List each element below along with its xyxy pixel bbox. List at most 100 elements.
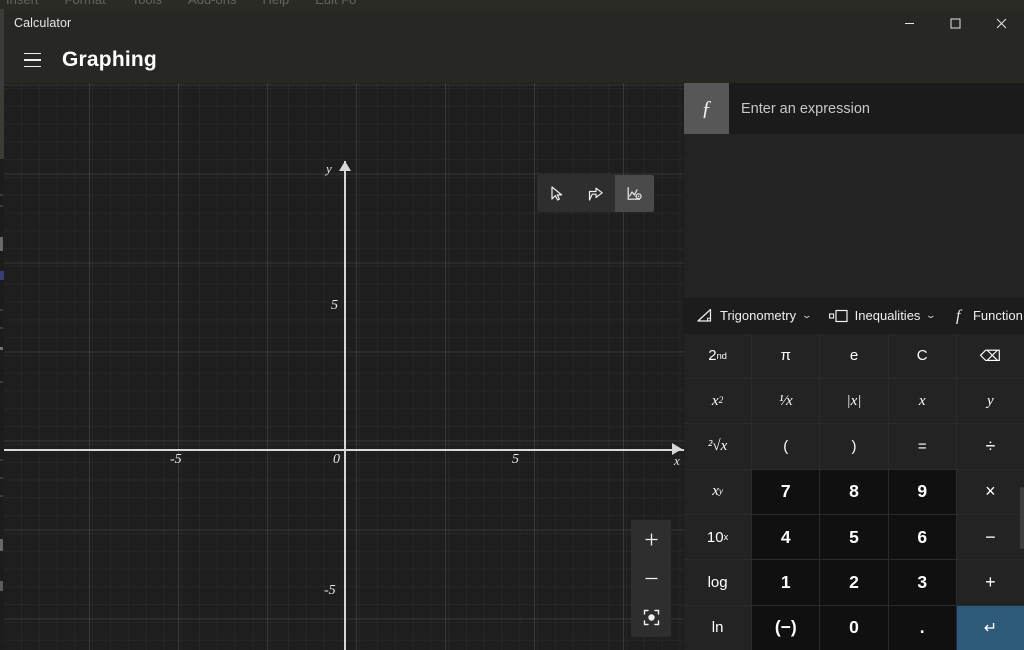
x-axis-label: x (674, 453, 680, 468)
chevron-down-icon: ⌄ (925, 310, 937, 320)
key-label: ) (851, 437, 857, 455)
key-label: x (712, 483, 719, 500)
hamburger-menu-icon[interactable] (12, 41, 52, 79)
category-label: Function (972, 308, 1023, 323)
key-label: e (849, 347, 859, 365)
panel-scrollbar[interactable] (1020, 487, 1024, 549)
pi-key[interactable]: π (752, 333, 820, 378)
equation-list-area[interactable] (684, 134, 1024, 298)
share-tool-button[interactable] (576, 175, 615, 212)
background-text-sliver (0, 477, 3, 479)
zero-key[interactable]: 0 (820, 605, 888, 650)
two-key[interactable]: 2 (820, 560, 888, 605)
category-label: Trigonometry (720, 308, 797, 323)
square-key[interactable]: x2 (684, 378, 752, 424)
subtract-key[interactable]: − (956, 514, 1024, 560)
category-inequalities[interactable]: Inequalities ⌄ (827, 304, 937, 327)
enter-key[interactable]: ↵ (956, 605, 1024, 650)
background-text-sliver (0, 309, 3, 311)
key-label: 7 (780, 481, 791, 502)
backspace-key[interactable]: ⌫ (956, 333, 1024, 378)
key-label: ²√x (707, 437, 728, 454)
variable-x-key[interactable]: x (888, 378, 956, 424)
zoom-controls (631, 520, 671, 637)
key-superscript: y (718, 486, 723, 497)
clear-key[interactable]: C (888, 333, 956, 378)
background-text-sliver (0, 205, 3, 207)
key-superscript: nd (716, 350, 727, 361)
graph-settings-tool-button[interactable] (615, 175, 654, 212)
category-functions[interactable]: f Function (951, 303, 1024, 328)
abs-key[interactable]: |x| (820, 378, 888, 424)
reset-view-button[interactable] (631, 598, 671, 637)
inequality-icon (828, 309, 848, 323)
svg-text:f: f (956, 308, 963, 325)
seven-key[interactable]: 7 (752, 469, 820, 514)
zoom-in-button[interactable] (631, 520, 671, 559)
reciprocal-key[interactable]: ¹⁄x (752, 378, 820, 424)
main-body: x y -5 0 5 5 -5 ƒ Enter an expression Tr… (4, 83, 1024, 650)
function-fx-button[interactable]: ƒ (684, 83, 729, 134)
category-trigonometry[interactable]: Trigonometry ⌄ (694, 304, 813, 327)
maximize-button[interactable] (932, 9, 978, 37)
close-button[interactable] (978, 9, 1024, 37)
key-label: |x| (846, 392, 862, 409)
multiply-key[interactable]: × (956, 469, 1024, 514)
key-label: . (919, 617, 925, 638)
equals-key[interactable]: = (888, 424, 956, 469)
divide-key[interactable]: ÷ (956, 424, 1024, 469)
four-key[interactable]: 4 (752, 514, 820, 560)
expression-row: ƒ (684, 83, 1024, 134)
six-key[interactable]: 6 (888, 514, 956, 560)
ln-key[interactable]: ln (684, 605, 752, 650)
five-key[interactable]: 5 (820, 514, 888, 560)
open-paren-key[interactable]: ( (752, 424, 820, 469)
key-label: 8 (849, 481, 859, 502)
key-label: 2 (708, 347, 717, 365)
key-label: 4 (780, 526, 791, 547)
background-window-menubar: Insert Format Tools Add-ons Help Edit Fo (0, 0, 1024, 9)
zoom-out-button[interactable] (631, 559, 671, 598)
eight-key[interactable]: 8 (820, 469, 888, 514)
app-title: Calculator (14, 16, 72, 30)
square-root-key[interactable]: ²√x (684, 424, 752, 469)
second-key[interactable]: 2nd (684, 333, 752, 378)
background-menu-item: Edit Fo (315, 0, 356, 6)
one-key[interactable]: 1 (752, 560, 820, 605)
key-label: ÷ (985, 435, 996, 456)
axis-tick-label: 5 (331, 298, 338, 313)
axis-tick-label: 0 (333, 452, 340, 467)
background-text-sliver (0, 539, 3, 551)
category-bar: Trigonometry ⌄ Inequalities ⌄ f Function (684, 297, 1024, 334)
key-label: 10 (706, 528, 724, 546)
expression-input[interactable] (729, 83, 1024, 134)
app-header: Graphing (4, 37, 1024, 83)
decimal-key[interactable]: . (888, 605, 956, 650)
graph-canvas[interactable]: x y -5 0 5 5 -5 (4, 83, 684, 650)
axis-tick-label: -5 (170, 452, 182, 467)
add-key[interactable]: + (956, 560, 1024, 605)
key-label: ( (783, 437, 789, 455)
pointer-tool-button[interactable] (537, 175, 576, 212)
close-paren-key[interactable]: ) (820, 424, 888, 469)
negate-key[interactable]: (−) (752, 605, 820, 650)
background-text-sliver (0, 347, 3, 350)
graph-toolbar (537, 175, 654, 212)
key-label: C (916, 347, 928, 365)
nine-key[interactable]: 9 (888, 469, 956, 514)
key-superscript: x (723, 532, 729, 543)
minimize-button[interactable] (886, 9, 932, 37)
key-label: ¹⁄x (778, 392, 793, 409)
power-key[interactable]: xy (684, 469, 752, 514)
variable-y-key[interactable]: y (956, 378, 1024, 424)
background-text-sliver (0, 237, 3, 251)
euler-key[interactable]: e (820, 333, 888, 378)
log-key[interactable]: log (684, 560, 752, 605)
ten-power-key[interactable]: 10 x (684, 514, 752, 560)
key-label: 9 (917, 481, 928, 502)
key-label: x (918, 392, 926, 409)
background-text-sliver (0, 581, 3, 591)
key-label: 3 (917, 571, 928, 592)
three-key[interactable]: 3 (888, 560, 956, 605)
background-menu-item: Tools (132, 0, 162, 6)
